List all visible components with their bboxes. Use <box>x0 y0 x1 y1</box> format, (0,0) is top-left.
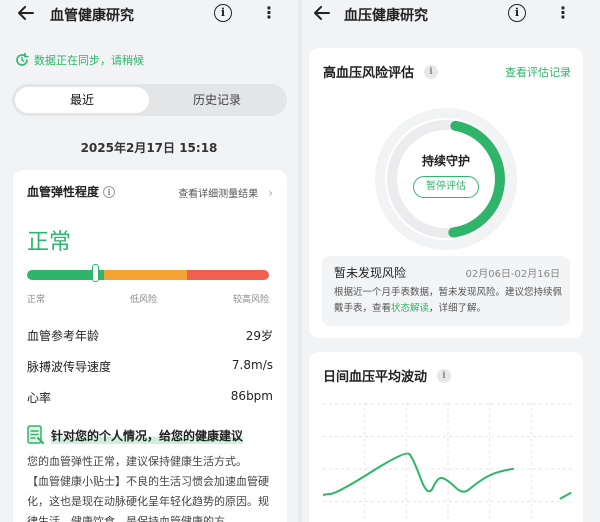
advice-header: 针对您的个人情况，给您的健康建议 <box>27 425 244 445</box>
scale-label-high: 较高风险 <box>232 295 269 305</box>
assessment-records-link[interactable]: 查看评估记录 <box>505 64 571 80</box>
result-title: 暂未发现风险 <box>334 266 407 280</box>
top-bar: 血管健康研究 i ⋮ <box>0 0 298 30</box>
fluctuation-card: 日间血压平均波动 i <box>309 352 583 522</box>
metric-value: 7.8m/s <box>231 358 273 372</box>
sync-text: 数据正在同步，请稍候 <box>34 54 144 67</box>
result-body: 根据近一个月手表数据，暂未发现风险。建议您持续佩戴手表，查看状态解读，详细了解。 <box>334 285 566 317</box>
series-line-0 <box>323 452 514 496</box>
page-title: 血管健康研究 <box>50 8 134 24</box>
tab-recent[interactable]: 最近 <box>15 87 149 113</box>
metric-row: 脉搏波传导速度 7.8m/s <box>27 358 273 374</box>
metric-value: 86bpm <box>230 389 273 403</box>
metric-label: 脉搏波传导速度 <box>27 360 112 374</box>
more-options-icon[interactable]: ⋮ <box>555 3 571 23</box>
sync-status: 数据正在同步，请稍候 <box>14 52 144 68</box>
advice-line: 您的血管弹性正常，建议保持健康生活方式。 <box>27 455 247 468</box>
risk-scale-bar <box>27 270 269 280</box>
back-arrow-icon[interactable] <box>16 3 40 23</box>
metric-row: 心率 86bpm <box>27 389 273 405</box>
scale-label-normal: 正常 <box>27 295 46 305</box>
page-title: 血压健康研究 <box>344 8 428 24</box>
info-icon[interactable]: i <box>214 4 232 22</box>
top-bar: 血压健康研究 i ⋮ <box>302 0 600 30</box>
metric-row: 血管参考年龄 29岁 <box>27 327 273 343</box>
advice-line: 【血管健康小贴士】不良的生活习惯会加速血管硬化，这也是现在动脉硬化呈年轻化趋势的… <box>27 475 269 522</box>
elasticity-card: 血管弹性程度 i 查看详细测量结果 › 正常 正常 低风险 较高风险 血管参考年… <box>13 170 287 522</box>
document-icon <box>27 425 44 444</box>
measurement-date: 2025年2月17日 15:18 <box>80 141 218 155</box>
advice-title: 针对您的个人情况，给您的健康建议 <box>51 426 244 444</box>
detail-results-link[interactable]: 查看详细测量结果 › <box>178 185 273 201</box>
elasticity-status: 正常 <box>27 230 72 255</box>
elasticity-header: 血管弹性程度 i <box>27 183 116 200</box>
fluctuation-title: 日间血压平均波动 <box>323 370 428 385</box>
result-body-text: ，详细了解。 <box>429 303 487 314</box>
chevron-right-icon: › <box>268 185 273 200</box>
elasticity-label: 血管弹性程度 <box>27 185 100 199</box>
info-icon[interactable]: i <box>103 185 116 198</box>
info-icon[interactable]: i <box>424 64 439 79</box>
fluctuation-header: 日间血压平均波动 i <box>323 366 452 385</box>
fluctuation-chart <box>323 402 573 522</box>
advice-body: 您的血管弹性正常，建议保持健康生活方式。 【血管健康小贴士】不良的生活习惯会加速… <box>27 452 277 522</box>
risk-card-header: 高血压风险评估 i <box>323 62 439 81</box>
tab-history[interactable]: 历史记录 <box>150 87 284 113</box>
pause-assessment-button[interactable]: 暂停评估 <box>413 176 479 198</box>
sync-icon <box>16 52 29 66</box>
metric-label: 心率 <box>27 391 52 405</box>
result-box: 暂未发现风险 02月06日-02月16日 根据近一个月手表数据，暂未发现风险。建… <box>322 256 570 326</box>
more-options-icon[interactable]: ⋮ <box>261 3 277 23</box>
status-interpretation-link[interactable]: 状态解读 <box>391 303 429 314</box>
back-arrow-icon[interactable] <box>312 3 336 23</box>
tab-bar: 最近 历史记录 <box>12 84 287 116</box>
ring-status: 持续守护 <box>421 154 470 168</box>
scale-marker <box>91 264 99 282</box>
blood-pressure-screen: 血压健康研究 i ⋮ 高血压风险评估 i 查看评估记录 持续守护 暂停评估 暂未… <box>302 0 600 522</box>
vascular-health-screen: 血管健康研究 i ⋮ 数据正在同步，请稍候 最近 历史记录 2025年2月17日… <box>0 0 298 522</box>
info-icon[interactable]: i <box>437 368 452 383</box>
metric-value: 29岁 <box>245 329 273 343</box>
detail-link-label: 查看详细测量结果 <box>178 189 259 200</box>
scale-segment-low <box>104 270 187 280</box>
info-icon[interactable]: i <box>508 4 526 22</box>
scale-segment-high <box>186 270 269 280</box>
metric-label: 血管参考年龄 <box>27 329 100 343</box>
risk-assessment-card: 高血压风险评估 i 查看评估记录 持续守护 暂停评估 暂未发现风险 02月06日… <box>309 48 583 338</box>
scale-label-low: 低风险 <box>130 295 158 305</box>
series-line-1 <box>559 492 572 500</box>
risk-card-title: 高血压风险评估 <box>323 66 415 81</box>
result-dates: 02月06日-02月16日 <box>465 269 560 280</box>
